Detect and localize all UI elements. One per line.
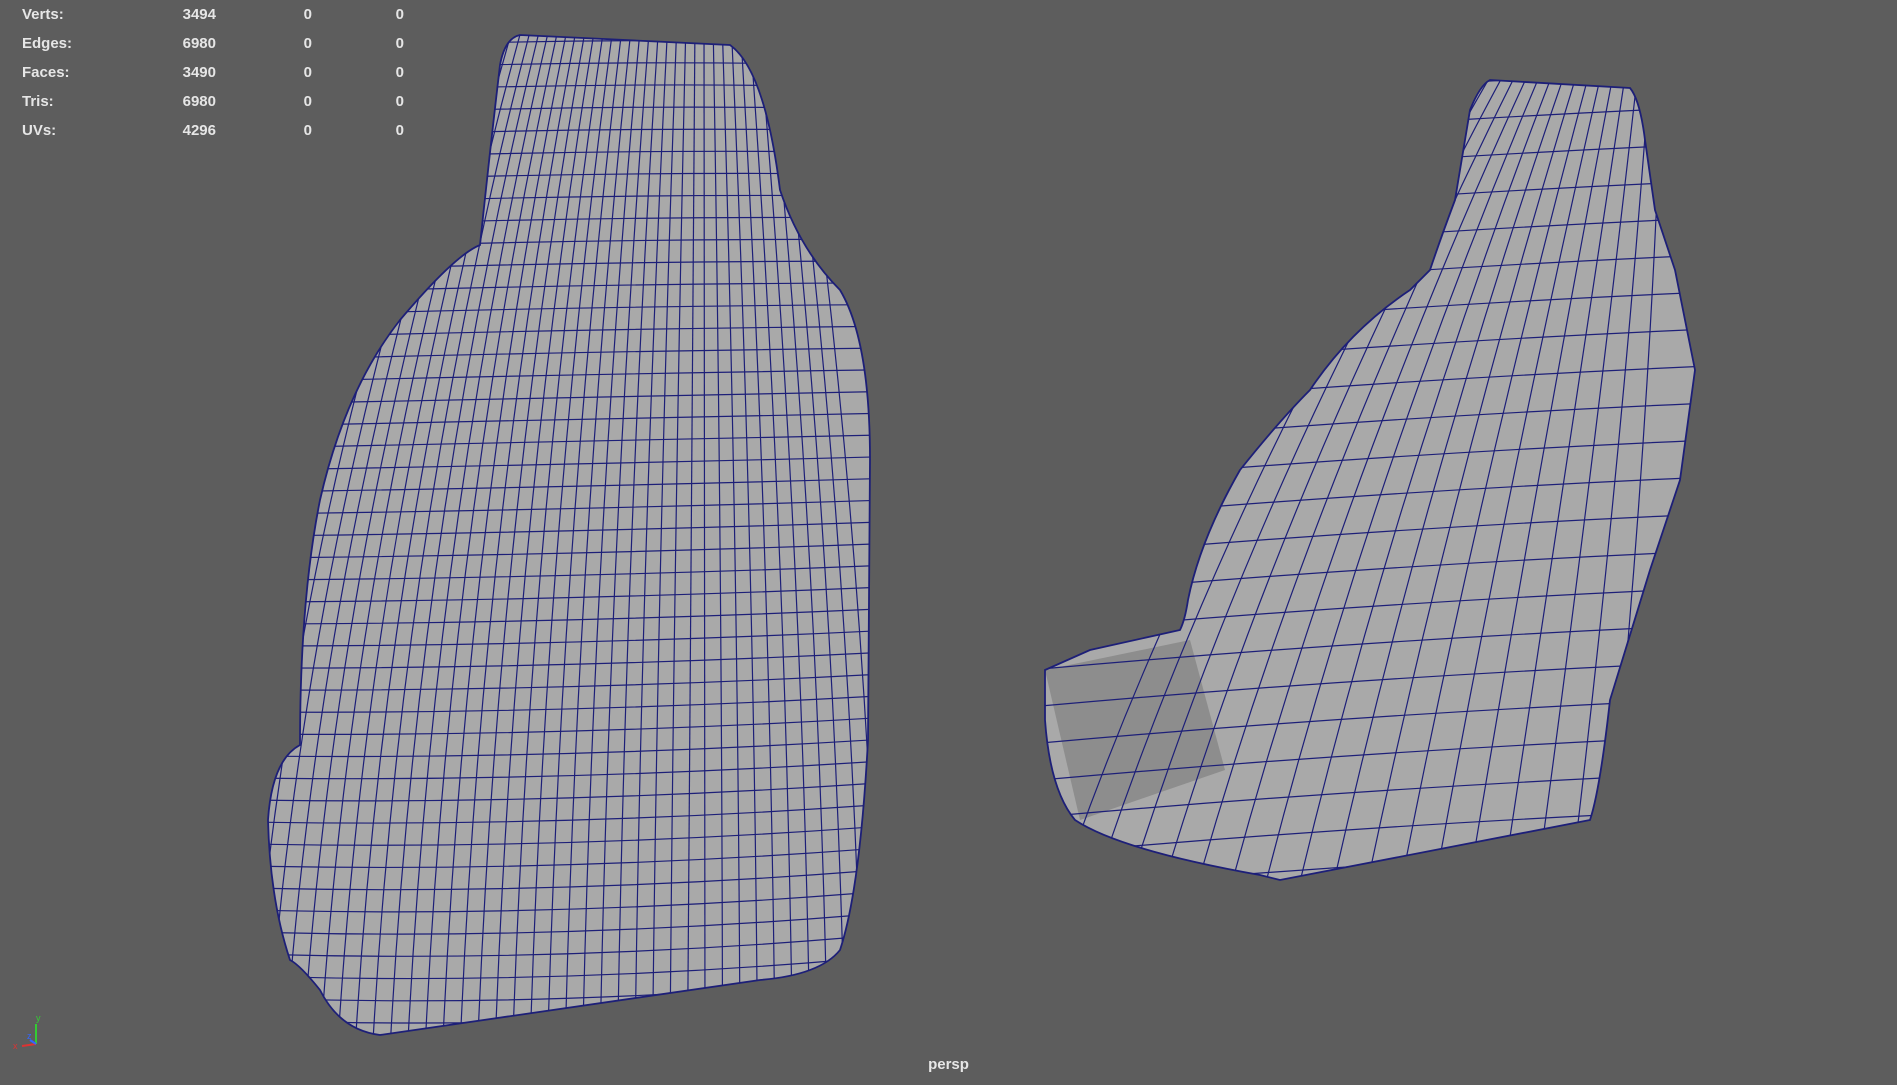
- hud-value: 6980: [182, 35, 216, 52]
- hud-row-uvs: UVs: 4296 0 0: [22, 116, 404, 145]
- hud-selected: 0: [303, 64, 312, 81]
- hud-uv-value: 0: [395, 6, 404, 23]
- hud-selected: 0: [303, 93, 312, 110]
- hud-selected: 0: [303, 35, 312, 52]
- axis-z-label: z: [27, 1031, 32, 1041]
- hud-value: 6980: [182, 93, 216, 110]
- 3d-viewport[interactable]: [0, 0, 1897, 1080]
- hud-label: Verts:: [22, 6, 64, 23]
- hud-value: 3494: [182, 6, 216, 23]
- hud-label: Faces:: [22, 64, 70, 81]
- wire-edge: [1030, 884, 1710, 929]
- hud-uv-value: 0: [395, 64, 404, 81]
- axis-x-label: x: [13, 1041, 18, 1050]
- camera-name-label: persp: [928, 1056, 969, 1073]
- viewport-canvas: [250, 18, 1710, 1050]
- hud-row-edges: Edges: 6980 0 0: [22, 29, 404, 58]
- hud-value: 4296: [182, 122, 216, 139]
- hud-row-faces: Faces: 3490 0 0: [22, 58, 404, 87]
- hud-label: UVs:: [22, 122, 57, 139]
- seat-mesh-high-poly[interactable]: [250, 18, 880, 1050]
- hud-uv-value: 0: [395, 93, 404, 110]
- hud-selected: 0: [303, 6, 312, 23]
- hud-selected: 0: [303, 122, 312, 139]
- hud-label: Edges:: [22, 35, 73, 52]
- hud-uv-value: 0: [395, 122, 404, 139]
- hud-row-verts: Verts: 3494 0 0: [22, 0, 404, 29]
- hud-uv-value: 0: [395, 35, 404, 52]
- axis-gizmo-icon: y x z: [13, 1013, 41, 1050]
- wire-edge: [268, 1021, 870, 1035]
- hud-value: 3490: [182, 64, 216, 81]
- hud-label: Tris:: [22, 93, 54, 110]
- seat-mesh-low-poly[interactable]: [1030, 70, 1710, 929]
- axis-y-label: y: [36, 1013, 41, 1023]
- hud-row-tris: Tris: 6980 0 0: [22, 87, 404, 116]
- poly-count-hud: Verts: 3494 0 0 Edges: 6980 0 0 Faces: 3…: [22, 0, 404, 145]
